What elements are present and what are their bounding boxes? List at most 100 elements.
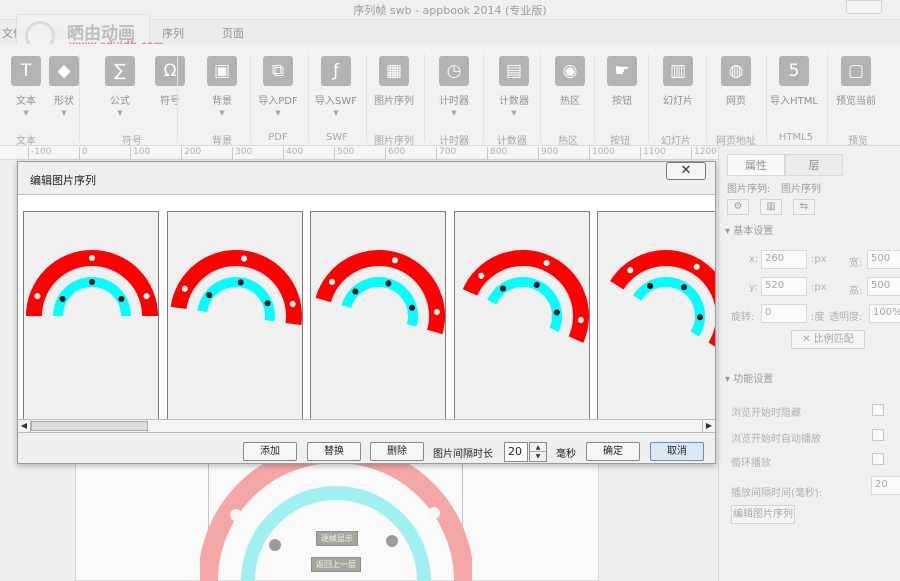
- sequence-frame[interactable]: [310, 211, 446, 419]
- scroll-thumb[interactable]: [31, 421, 148, 431]
- sequence-frame[interactable]: [166, 211, 303, 419]
- option-hide-on-start-checkbox[interactable]: [872, 404, 884, 416]
- option-loop-label: 循环播放: [731, 458, 771, 469]
- white-dot: [143, 293, 150, 300]
- loop-icon[interactable]: ⇆: [793, 199, 815, 215]
- ribbon-button-image-sequence[interactable]: ▦ 图片序列: [368, 52, 420, 124]
- ribbon-group-label: 计数器: [497, 136, 527, 147]
- ruler-tick: 300: [232, 147, 252, 159]
- sequence-frame[interactable]: [597, 211, 715, 419]
- ruler-tick: 1000: [589, 147, 615, 159]
- ribbon-group-label: 图片序列: [374, 136, 414, 147]
- ribbon-separator: [706, 54, 707, 142]
- frame-thumbnail: [610, 250, 715, 351]
- x-field[interactable]: 260: [761, 250, 807, 269]
- sequence-frame[interactable]: [23, 211, 159, 419]
- faded-dark-dot: [269, 539, 281, 551]
- cancel-button[interactable]: 取消: [650, 442, 704, 461]
- frame-thumbnail: [26, 250, 158, 317]
- ribbon-group-label: 热区: [558, 136, 578, 147]
- fit-ratio-button[interactable]: ✕ 比例匹配: [791, 330, 865, 349]
- ribbon-button-pdf[interactable]: ⧉ 导入PDF ▼: [252, 52, 304, 124]
- ribbon-group-label: 背景: [212, 136, 232, 147]
- scroll-left-arrow-icon[interactable]: ◀: [18, 420, 31, 432]
- outer-ring: [462, 250, 589, 343]
- dropdown-arrow-icon[interactable]: ▼: [94, 109, 146, 117]
- scroll-right-arrow-icon[interactable]: ▶: [702, 420, 715, 432]
- interval-input[interactable]: 20: [504, 442, 528, 462]
- gear-icon[interactable]: ⚙: [727, 199, 749, 215]
- tab-properties[interactable]: 属性: [727, 154, 785, 176]
- tab-layers[interactable]: 层: [785, 154, 843, 176]
- inner-ring: [341, 277, 418, 327]
- ribbon-group-label: PDF: [268, 132, 288, 143]
- ok-button[interactable]: 确定: [586, 442, 640, 461]
- horizontal-scrollbar[interactable]: ◀ ▶: [18, 419, 715, 433]
- stepper-up-icon[interactable]: ▲: [530, 443, 546, 452]
- menu-tab-page[interactable]: 页面: [222, 25, 244, 41]
- play-interval-field[interactable]: 20: [871, 476, 900, 495]
- ribbon-button-shape[interactable]: ◆ 形状 ▼: [38, 52, 90, 124]
- section-function-settings[interactable]: ▾ 功能设置: [725, 370, 773, 385]
- film-icon[interactable]: ▥: [760, 199, 782, 215]
- ribbon-button-html5[interactable]: 5 导入HTML: [768, 52, 820, 124]
- ribbon-button-omega[interactable]: Ω 符号: [144, 52, 196, 124]
- stepper-down-icon[interactable]: ▼: [530, 452, 546, 461]
- ribbon-button-label: 网页: [726, 96, 746, 107]
- width-label: 宽:: [849, 258, 863, 269]
- dropdown-arrow-icon[interactable]: ▼: [38, 109, 90, 117]
- ribbon-button-timer[interactable]: ◷ 计时器 ▼: [428, 52, 480, 124]
- edit-image-sequence-button[interactable]: 编辑图片序列: [731, 505, 795, 524]
- dropdown-arrow-icon[interactable]: ▼: [196, 109, 248, 117]
- ribbon-button-counter[interactable]: ▤ 计数器 ▼: [488, 52, 540, 124]
- rotation-unit: :度: [811, 312, 825, 323]
- ribbon-button-label: 导入HTML: [770, 96, 818, 107]
- ribbon-button-hotspot[interactable]: ◉ 热区: [544, 52, 596, 124]
- ribbon-button-image[interactable]: ▣ 背景 ▼: [196, 52, 248, 124]
- opacity-field[interactable]: 100%: [869, 304, 900, 323]
- dropdown-arrow-icon[interactable]: ▼: [488, 109, 540, 117]
- y-label: y:: [749, 282, 758, 293]
- section-basic-settings[interactable]: ▾ 基本设置: [725, 222, 773, 237]
- ruler-tick: 200: [181, 147, 201, 159]
- ribbon-button-label: 图片序列: [374, 96, 414, 107]
- minimize-button[interactable]: [846, 0, 882, 14]
- back-to-parent-button[interactable]: 返回上一层: [311, 557, 361, 572]
- outer-ring: [315, 250, 445, 335]
- width-field[interactable]: 500: [867, 250, 900, 269]
- ribbon-button-formula[interactable]: ∑ 公式 ▼: [94, 52, 146, 124]
- ribbon-button-label: 幻灯片: [663, 96, 693, 107]
- dropdown-arrow-icon[interactable]: ▼: [428, 109, 480, 117]
- y-unit: :px: [811, 282, 827, 293]
- menu-tab-sequence[interactable]: 序列: [162, 25, 184, 41]
- dropdown-arrow-icon[interactable]: ▼: [252, 109, 304, 117]
- html5-icon: 5: [779, 56, 809, 86]
- ribbon-button-label: 导入PDF: [258, 96, 298, 107]
- option-autoplay-checkbox[interactable]: [872, 429, 884, 441]
- ribbon-button-swf[interactable]: ƒ 导入SWF ▼: [310, 52, 362, 124]
- delete-button[interactable]: 删除: [370, 442, 424, 461]
- height-field[interactable]: 500: [867, 277, 900, 296]
- breadcrumb-type: 图片序列:: [727, 184, 771, 195]
- close-icon[interactable]: ✕: [666, 162, 706, 180]
- frames-strip: [18, 194, 715, 419]
- option-loop-checkbox[interactable]: [872, 453, 884, 465]
- ribbon-group-label: 网页地址: [716, 136, 756, 147]
- ribbon-button-web[interactable]: ◍ 网页: [710, 52, 762, 124]
- web-icon: ◍: [721, 56, 751, 86]
- replace-button[interactable]: 替换: [307, 442, 361, 461]
- sequence-frame[interactable]: [453, 211, 590, 419]
- show-frame-button[interactable]: 逐帧显示: [316, 531, 358, 546]
- interval-stepper[interactable]: ▲ ▼: [529, 442, 547, 462]
- ribbon-group-label: SWF: [326, 132, 348, 143]
- frame-thumbnail: [315, 250, 445, 335]
- ribbon-button-slideshow[interactable]: ▥ 幻灯片: [652, 52, 704, 124]
- ribbon-button-label: 计数器: [499, 96, 529, 107]
- dropdown-arrow-icon[interactable]: ▼: [310, 109, 362, 117]
- ribbon-button-button[interactable]: ☛ 按钮: [596, 52, 648, 124]
- y-field[interactable]: 520: [761, 277, 807, 296]
- ribbon-button-preview[interactable]: ▢ 预览当前: [830, 52, 882, 124]
- ruler-tick: 1200: [691, 147, 717, 159]
- rotation-field[interactable]: 0: [761, 304, 807, 323]
- add-button[interactable]: 添加: [243, 442, 297, 461]
